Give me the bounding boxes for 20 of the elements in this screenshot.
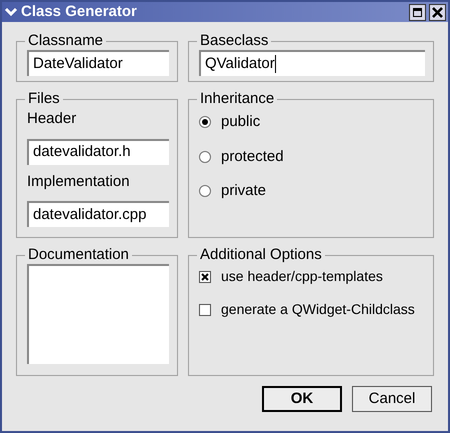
checkbox-label: use header/cpp-templates — [221, 267, 383, 286]
group-title: Documentation — [27, 246, 130, 264]
input-field[interactable]: QValidator — [199, 50, 425, 76]
ok-button[interactable]: OK — [262, 386, 342, 412]
input-field[interactable]: DateValidator — [27, 50, 169, 76]
field-label: Implementation — [27, 172, 131, 192]
checkbox-label: generate a QWidget-Childclass — [221, 300, 415, 319]
group-title: Classname — [27, 32, 104, 50]
window-title: Class Generator — [21, 3, 138, 21]
group-title: Baseclass — [199, 32, 270, 50]
input-field[interactable]: datevalidator.cpp — [27, 201, 169, 227]
radio-label: public — [221, 112, 260, 132]
cancel-button[interactable]: Cancel — [352, 386, 432, 412]
group-title: Inheritance — [199, 90, 276, 108]
group-title: Additional Options — [199, 246, 323, 264]
group-title: Files — [27, 90, 61, 108]
radio-label: private — [221, 181, 266, 201]
input-field[interactable]: datevalidator.h — [27, 138, 169, 164]
radio-label: protected — [221, 146, 284, 166]
field-label: Header — [27, 109, 78, 129]
